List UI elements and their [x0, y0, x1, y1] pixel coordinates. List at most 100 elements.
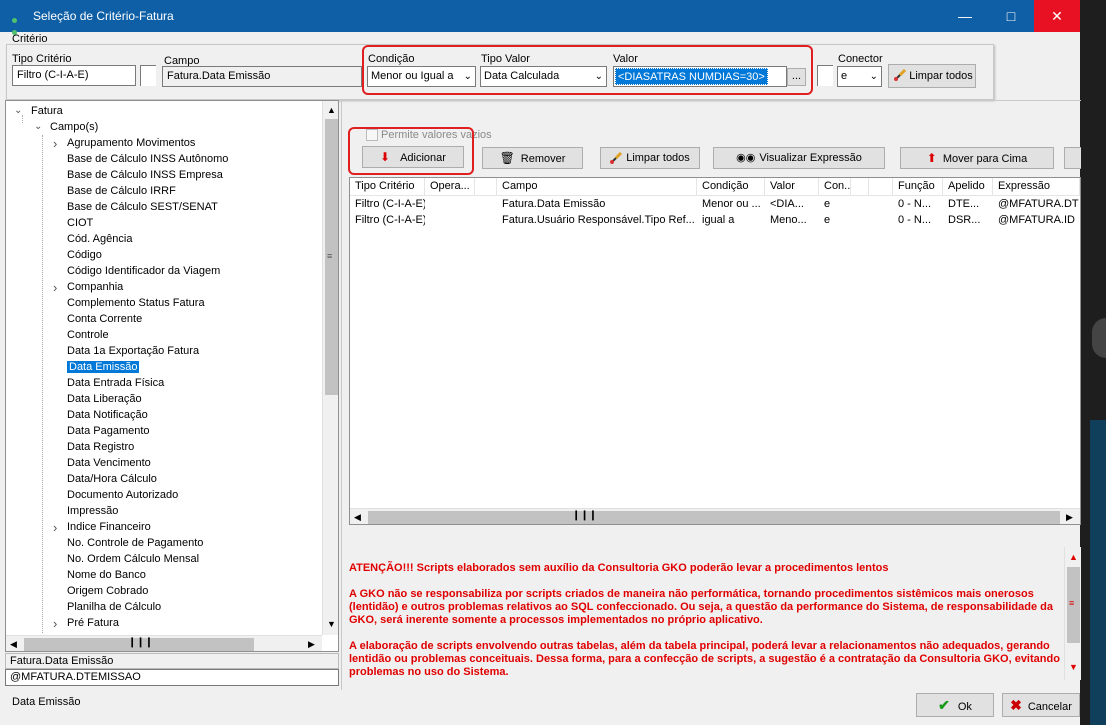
arrow-down-icon: ⬇: [380, 150, 391, 164]
tree-item[interactable]: Data/Hora Cálculo: [67, 472, 157, 487]
tree-item[interactable]: CIOT: [67, 216, 93, 231]
grid-column-header[interactable]: Tipo Critério: [350, 178, 425, 196]
scroll-left-icon[interactable]: ◀: [354, 512, 361, 523]
scroll-left-icon[interactable]: ◀: [10, 639, 17, 650]
remover-label: Remover: [520, 153, 566, 165]
tree-item[interactable]: Data 1a Exportação Fatura: [67, 344, 199, 359]
tree-item[interactable]: Base de Cálculo INSS Autônomo: [67, 152, 228, 167]
tree-vertical-scrollbar[interactable]: ▲ ≡ ▼: [322, 101, 338, 635]
table-cell: Fatura.Data Emissão: [502, 198, 606, 210]
tree-item[interactable]: Data Vencimento: [67, 456, 151, 471]
tree-item[interactable]: Código: [67, 248, 102, 263]
minimize-button[interactable]: —: [942, 0, 988, 32]
limpar-todos-top-button[interactable]: Limpar todos: [888, 64, 976, 88]
field-tree[interactable]: ⌄ Fatura ⌄ Campo(s) › Agrupamento Movimen…: [5, 100, 339, 652]
tree-item[interactable]: No. Controle de Pagamento: [67, 536, 203, 551]
tree-item[interactable]: Controle: [67, 328, 109, 343]
table-cell: e: [824, 214, 831, 226]
scroll-down-icon[interactable]: ▼: [327, 619, 336, 629]
table-row[interactable]: Filtro (C-I-A-E) Fatura.Usuário Responsáv…: [350, 212, 1080, 228]
tree-content: ⌄ Fatura ⌄ Campo(s) › Agrupamento Movimen…: [6, 101, 322, 633]
tree-item[interactable]: Base de Cálculo IRRF: [67, 184, 176, 199]
scroll-down-icon[interactable]: ▼: [1069, 662, 1078, 672]
tree-item[interactable]: Indice Financeiro: [67, 520, 151, 535]
limpar-todos-button[interactable]: Limpar todos: [600, 147, 700, 169]
tipo-valor-select[interactable]: Data Calculada ⌄: [480, 66, 607, 87]
criteria-grid[interactable]: Tipo Critério Opera... Campo Condição Valor C…: [349, 177, 1081, 525]
grid-column-header[interactable]: [851, 178, 869, 196]
tree-item[interactable]: Impressão: [67, 504, 118, 519]
tipo-criterio-checkbox[interactable]: [140, 65, 156, 86]
tree-item[interactable]: Data Notificação: [67, 408, 148, 423]
grip-icon: ❙❙❙: [128, 637, 154, 648]
scroll-up-icon[interactable]: ▲: [327, 105, 336, 115]
visualizar-expressao-button[interactable]: ◉◉ Visualizar Expressão: [713, 147, 885, 169]
tree-item[interactable]: Conta Corrente: [67, 312, 142, 327]
grid-horizontal-scrollbar[interactable]: ◀ ❙❙❙ ▶: [350, 508, 1080, 524]
grid-column-header[interactable]: Campo: [497, 178, 697, 196]
tree-item[interactable]: Base de Cálculo SEST/SENAT: [67, 200, 218, 215]
tipo-criterio-field[interactable]: Filtro (C-I-A-E): [12, 65, 136, 86]
grid-column-header[interactable]: [869, 178, 893, 196]
tree-item[interactable]: Base de Cálculo INSS Empresa: [67, 168, 223, 183]
scroll-right-icon[interactable]: ▶: [1066, 512, 1073, 523]
chevron-right-icon[interactable]: ›: [53, 136, 57, 151]
tree-item[interactable]: No. Ordem Cálculo Mensal: [67, 552, 199, 567]
grid-column-header[interactable]: Valor: [765, 178, 819, 196]
grid-column-header[interactable]: Expressão: [993, 178, 1080, 196]
conector-checkbox[interactable]: [817, 65, 833, 86]
tree-item[interactable]: Data Emissão: [67, 360, 140, 375]
grid-column-header[interactable]: Função: [893, 178, 943, 196]
grid-column-header[interactable]: Opera...: [425, 178, 475, 196]
adicionar-button[interactable]: ⬇ Adicionar: [362, 146, 464, 168]
trash-icon: 🗑: [499, 151, 515, 165]
tree-item[interactable]: Agrupamento Movimentos: [67, 136, 195, 151]
scroll-up-icon[interactable]: ▲: [1069, 552, 1078, 562]
warning-heading: ATENÇÃO!!! Scripts elaborados sem auxíli…: [349, 562, 889, 574]
valor-field[interactable]: <DIASATRAS NUMDIAS=30>: [613, 66, 787, 87]
warning-scrollbar[interactable]: ▲ ≡ ▼: [1064, 547, 1081, 680]
grid-column-header[interactable]: Con...: [819, 178, 851, 196]
grid-column-header[interactable]: [475, 178, 497, 196]
table-row[interactable]: Filtro (C-I-A-E) Fatura.Data Emissão Menor…: [350, 196, 1080, 212]
warning-paragraph-2: A elaboração de scripts envolvendo outra…: [349, 640, 1060, 678]
tree-item[interactable]: Data Liberação: [67, 392, 142, 407]
next-action-button[interactable]: [1064, 147, 1081, 169]
tree-item[interactable]: Nome do Banco: [67, 568, 146, 583]
chevron-right-icon[interactable]: ›: [53, 616, 57, 631]
condicao-select[interactable]: Menor ou Igual a ⌄: [367, 66, 476, 87]
conector-select[interactable]: e ⌄: [837, 66, 882, 87]
tree-item[interactable]: Data Entrada Física: [67, 376, 164, 391]
tree-item[interactable]: Companhia: [67, 280, 123, 295]
tipo-valor-value: Data Calculada: [484, 70, 560, 82]
remover-button[interactable]: 🗑 Remover: [482, 147, 583, 169]
tree-item[interactable]: Complemento Status Fatura: [67, 296, 205, 311]
tree-item[interactable]: Documento Autorizado: [67, 488, 178, 503]
tree-item[interactable]: Data Pagamento: [67, 424, 150, 439]
table-cell: Filtro (C-I-A-E): [355, 198, 425, 210]
chevron-down-icon[interactable]: ⌄: [14, 105, 22, 116]
campo-field[interactable]: Fatura.Data Emissão: [162, 66, 362, 87]
tree-item[interactable]: Código Identificador da Viagem: [67, 264, 220, 279]
valor-ellipsis-button[interactable]: ...: [787, 68, 806, 86]
tree-item[interactable]: Pré Fatura: [67, 616, 119, 631]
chevron-right-icon[interactable]: ›: [53, 280, 57, 295]
maximize-button[interactable]: □: [988, 0, 1034, 32]
mover-cima-button[interactable]: ⬆ Mover para Cima: [900, 147, 1054, 169]
chevron-down-icon[interactable]: ⌄: [34, 121, 42, 132]
tree-horizontal-scrollbar[interactable]: ◀ ❙❙❙ ▶: [6, 635, 322, 651]
tree-item[interactable]: Origem Cobrado: [67, 584, 148, 599]
tree-item[interactable]: Planilha de Cálculo: [67, 600, 161, 615]
tree-root[interactable]: Fatura: [31, 104, 63, 119]
cancelar-button[interactable]: ✖ Cancelar: [1002, 693, 1080, 717]
grid-column-header[interactable]: Apelido: [943, 178, 993, 196]
scroll-right-icon[interactable]: ▶: [308, 639, 315, 650]
close-button[interactable]: ✕: [1034, 0, 1080, 32]
tree-item[interactable]: Cód. Agência: [67, 232, 132, 247]
ok-button[interactable]: ✔ Ok: [916, 693, 994, 717]
grid-column-header[interactable]: Condição: [697, 178, 765, 196]
tree-item[interactable]: Data Registro: [67, 440, 134, 455]
chevron-right-icon[interactable]: ›: [53, 520, 57, 535]
grid-hscroll-thumb[interactable]: [368, 511, 1060, 524]
tree-campos[interactable]: Campo(s): [50, 120, 98, 135]
